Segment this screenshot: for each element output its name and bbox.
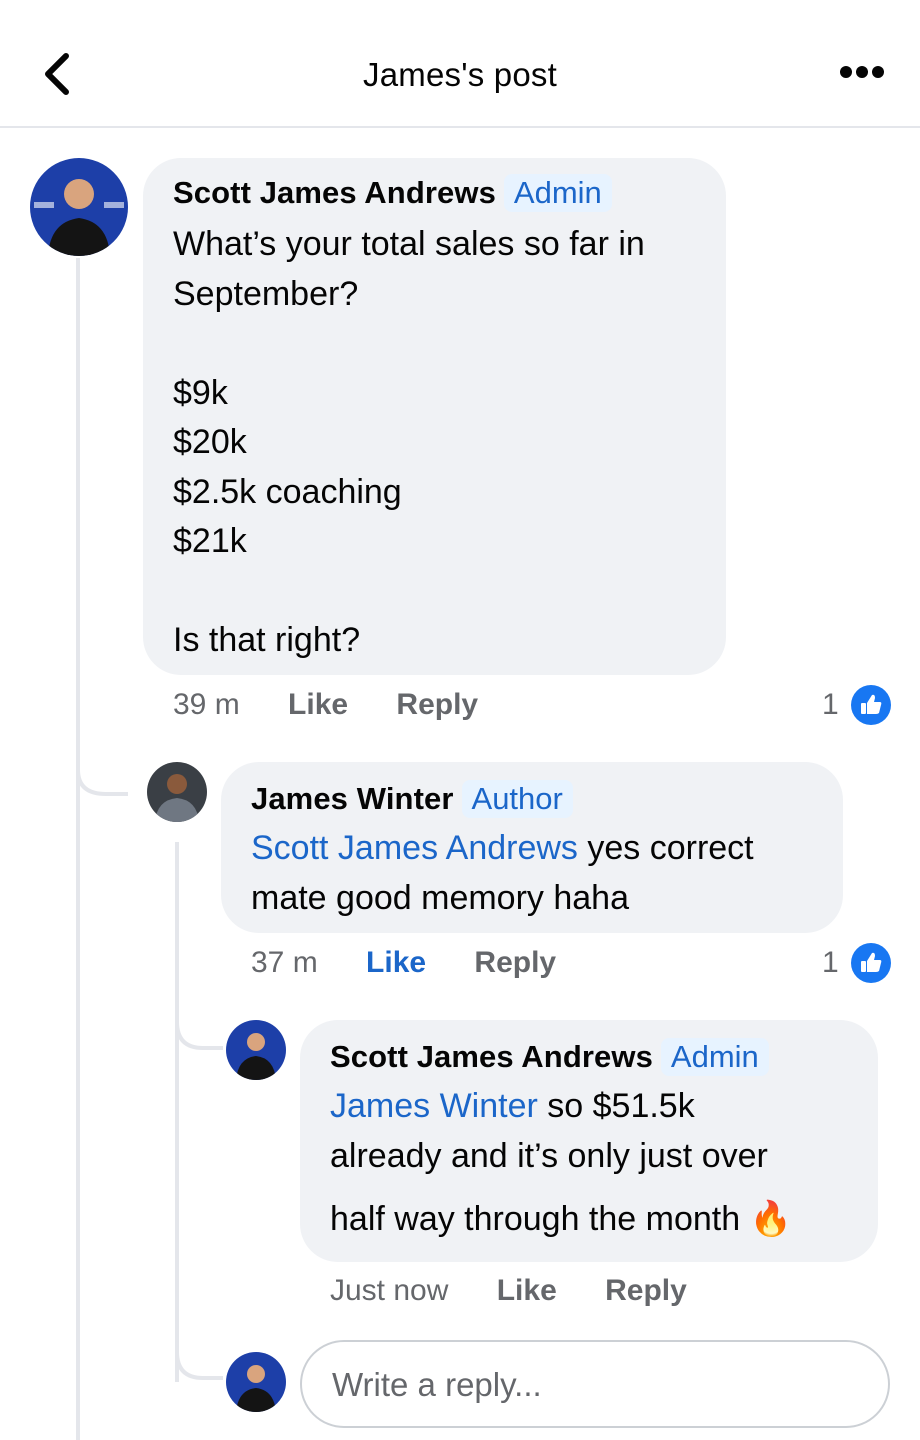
- comment-line: $21k: [173, 522, 247, 560]
- comment-header: Scott James Andrews Admin: [330, 1038, 769, 1076]
- like-button[interactable]: Like: [366, 946, 426, 979]
- thread-line-nested: [175, 842, 179, 1382]
- comment-time: 39 m: [173, 688, 240, 721]
- more-dots-icon: [840, 66, 884, 78]
- thread-line-main: [76, 258, 80, 1440]
- thread-connector: [76, 740, 128, 796]
- like-button[interactable]: Like: [497, 1274, 557, 1307]
- comment-actions: Just now Like Reply: [330, 1274, 687, 1308]
- reply-button[interactable]: Reply: [474, 946, 556, 979]
- comment-line: September?: [173, 274, 359, 313]
- page-title: James's post: [363, 56, 557, 93]
- comment-actions: 39 m Like Reply: [173, 688, 478, 722]
- comment-line: mate good memory haha: [251, 878, 629, 917]
- reaction-count[interactable]: 1: [822, 946, 839, 980]
- mention-link[interactable]: Scott James Andrews: [251, 829, 578, 867]
- comment-line: so $51.5k: [537, 1087, 695, 1125]
- comment-header: James Winter Author: [251, 780, 573, 818]
- avatar[interactable]: [226, 1020, 286, 1080]
- comment-text: Scott James Andrews yes correct mate goo…: [251, 824, 831, 923]
- comment-author[interactable]: Scott James Andrews: [330, 1039, 653, 1074]
- comment-line: already and it’s only just over: [330, 1136, 768, 1175]
- comment-line: $20k: [173, 423, 247, 461]
- more-options-button[interactable]: [838, 62, 886, 82]
- profile-photo-icon: [226, 1352, 286, 1412]
- profile-photo-icon: [30, 158, 128, 256]
- reply-placeholder: Write a reply...: [332, 1366, 542, 1403]
- reply-input[interactable]: Write a reply...: [300, 1340, 890, 1428]
- like-reaction-icon: [850, 684, 892, 731]
- fire-emoji-icon: 🔥: [749, 1200, 792, 1238]
- comment-line: $9k: [173, 373, 228, 412]
- comment-line: $2.5k coaching: [173, 472, 402, 511]
- avatar[interactable]: [147, 762, 207, 822]
- profile-photo-icon: [226, 1020, 286, 1080]
- comment-actions: 37 m Like Reply: [251, 946, 556, 980]
- reaction-count[interactable]: 1: [822, 688, 839, 722]
- comment-time: Just now: [330, 1274, 449, 1307]
- comment-line: half way through the month: [330, 1200, 741, 1238]
- comment-author[interactable]: James Winter: [251, 781, 454, 816]
- admin-badge: Admin: [660, 1038, 769, 1076]
- comment-text: James Winter so $51.5k already and it’s …: [330, 1082, 870, 1245]
- profile-photo-icon: [147, 762, 207, 822]
- author-badge: Author: [461, 780, 573, 818]
- comment-line: Is that right?: [173, 621, 361, 659]
- mention-link[interactable]: James Winter: [330, 1087, 538, 1125]
- comment-line: yes correct: [577, 829, 754, 867]
- comment-time: 37 m: [251, 946, 318, 979]
- admin-badge: Admin: [503, 174, 612, 212]
- comment-line: What’s your total sales so far in: [173, 225, 645, 263]
- reply-button[interactable]: Reply: [605, 1274, 687, 1307]
- avatar: [226, 1352, 286, 1412]
- like-reaction-icon: [850, 942, 892, 989]
- comment-text: What’s your total sales so far in Septem…: [173, 220, 713, 666]
- like-button[interactable]: Like: [288, 688, 348, 721]
- comment-header: Scott James Andrews Admin: [173, 174, 612, 212]
- avatar[interactable]: [30, 158, 128, 256]
- reply-button[interactable]: Reply: [396, 688, 478, 721]
- comment-author[interactable]: Scott James Andrews: [173, 175, 496, 210]
